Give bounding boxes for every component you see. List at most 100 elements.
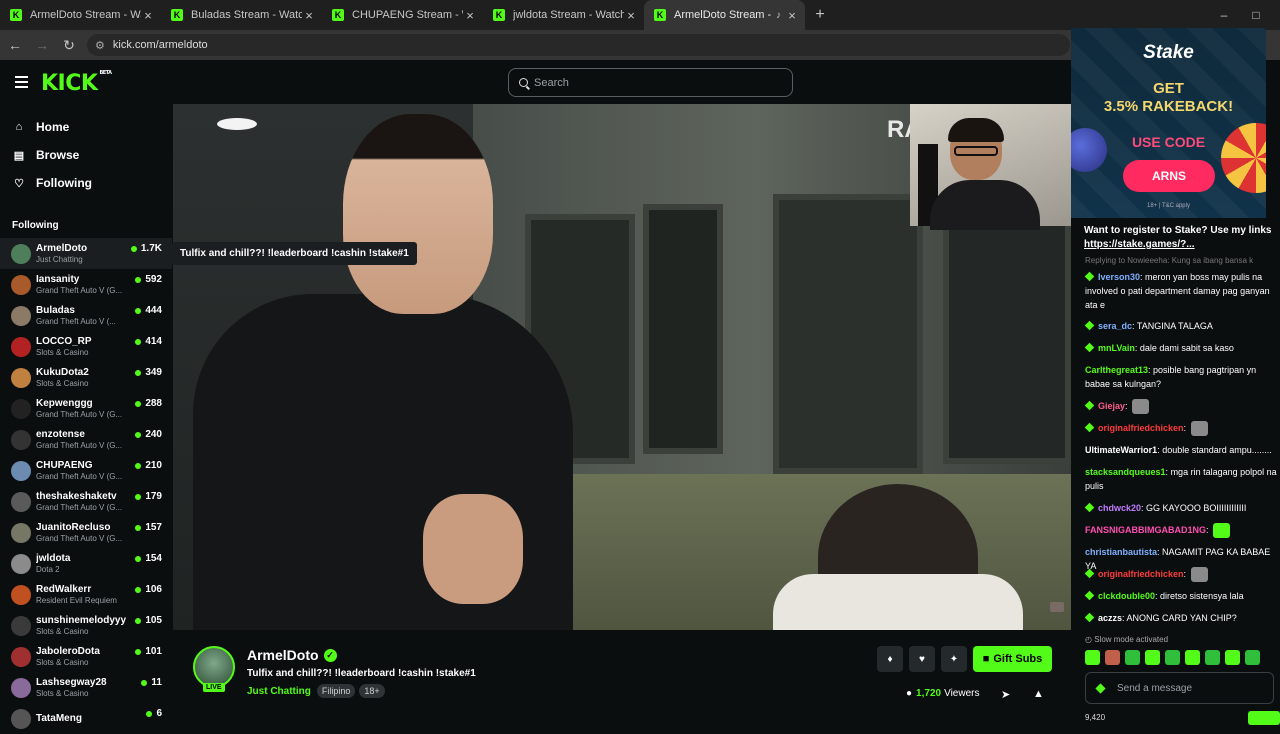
site-info-icon[interactable]: ⚙	[95, 39, 105, 52]
channel-viewer-count: 349	[145, 367, 162, 378]
sidebar-nav-browse[interactable]: ▤ Browse	[0, 141, 172, 169]
sidebar-channel[interactable]: JuanitoRecluso Grand Theft Auto V (G... 15…	[0, 517, 172, 548]
emote-button[interactable]	[1205, 650, 1220, 665]
browser-tab[interactable]: Kjwldota Stream - Watch Live on×	[483, 0, 644, 30]
emote-icon	[1213, 523, 1231, 539]
sidebar-nav-following[interactable]: ♡ Following	[0, 169, 172, 197]
sidebar-channel[interactable]: JaboleroDota Slots & Casino 101	[0, 641, 172, 672]
chat-username[interactable]: Giejay	[1098, 401, 1125, 411]
browser-tab[interactable]: K ArmelDoto Stream - Watch ♪ ×	[644, 0, 805, 30]
sidebar-channel[interactable]: Kepwenggg Grand Theft Auto V (G... 288	[0, 393, 172, 424]
sidebar-nav-home[interactable]: ⌂ Home	[0, 113, 172, 141]
sidebar-channel[interactable]: Buladas Grand Theft Auto V (... 444	[0, 300, 172, 331]
sidebar-channel[interactable]: sunshinemelodyyy Slots & Casino 105	[0, 610, 172, 641]
subscriber-badge-icon	[1084, 422, 1095, 433]
pinned-link[interactable]: https://stake.games/?...	[1084, 239, 1195, 250]
emote-button[interactable]	[1245, 650, 1260, 665]
browser-tab[interactable]: K ArmelDoto Stream - Watch Live×	[0, 0, 161, 30]
emote-button[interactable]	[1145, 650, 1160, 665]
channel-category: Grand Theft Auto V (G...	[36, 286, 123, 295]
speaker-icon[interactable]: ♪	[776, 10, 781, 21]
streamer-avatar[interactable]	[193, 646, 235, 688]
sidebar-channel[interactable]: TataMeng 6	[0, 703, 172, 734]
stream-category[interactable]: Just Chatting	[247, 686, 311, 697]
avatar	[11, 615, 31, 636]
sidebar-channel[interactable]: jwldota Dota 2 154	[0, 548, 172, 579]
sidebar-channel[interactable]: CHUPAENG Grand Theft Auto V (G... 210	[0, 455, 172, 486]
sidebar-channel[interactable]: Lashsegway28 Slots & Casino 11	[0, 672, 172, 703]
stake-ad-banner[interactable]: Stake GET 3.5% RAKEBACK! USE CODE ARNS 18…	[1071, 28, 1266, 218]
sidebar-channel[interactable]: KukuDota2 Slots & Casino 349	[0, 362, 172, 393]
follow-heart-button[interactable]: ♥	[909, 646, 935, 672]
chat-username[interactable]: mnLVain	[1098, 343, 1135, 353]
sidebar-nav-label: Browse	[36, 148, 80, 162]
sidebar-channel[interactable]: LOCCO_RP Slots & Casino 414	[0, 331, 172, 362]
video-player[interactable]: RA	[173, 104, 1071, 630]
gift-subs-button[interactable]: ■ Gift Subs	[973, 646, 1052, 672]
chat-username[interactable]: christianbautista	[1085, 547, 1157, 557]
menu-icon[interactable]	[15, 76, 28, 91]
sidebar-channel[interactable]: RedWalkerr Resident Evil Requiem 106	[0, 579, 172, 610]
sidebar-channel[interactable]: enzotense Grand Theft Auto V (G... 240	[0, 424, 172, 455]
new-tab-icon[interactable]: +	[805, 6, 835, 24]
minimize-icon[interactable]: –	[1208, 0, 1240, 30]
video-person-seated-shirt	[773, 574, 1023, 630]
kick-logo[interactable]: KICK BETA	[41, 70, 112, 96]
chat-username[interactable]: originalfriedchicken	[1098, 569, 1184, 579]
ad-code-button[interactable]: ARNS	[1123, 160, 1215, 192]
emote-button[interactable]	[1085, 650, 1100, 665]
address-bar[interactable]: ⚙ kick.com/armeldoto	[87, 34, 1070, 56]
close-tab-icon[interactable]: ×	[302, 8, 316, 23]
report-icon[interactable]: ▲	[1033, 688, 1044, 700]
close-tab-icon[interactable]: ×	[624, 8, 638, 23]
chat-panel: Want to register to Stake? Use my links …	[1071, 218, 1280, 725]
chat-username[interactable]: stacksandqueues1	[1085, 467, 1166, 477]
browser-tab[interactable]: K CHUPAENG Stream - Watch Live×	[322, 0, 483, 30]
channel-category: Grand Theft Auto V (G...	[36, 534, 123, 543]
kick-favicon-icon: K	[10, 9, 22, 21]
chat-username[interactable]: UltimateWarrior1	[1085, 445, 1157, 455]
close-tab-icon[interactable]: ×	[141, 8, 155, 23]
maximize-icon[interactable]: □	[1240, 0, 1272, 30]
share-icon[interactable]: ➤	[1001, 688, 1010, 701]
avatar	[11, 336, 31, 357]
close-tab-icon[interactable]: ×	[463, 8, 477, 23]
chat-username[interactable]: Iverson30	[1098, 272, 1140, 282]
notification-bell-button[interactable]: ♦	[877, 646, 903, 672]
viewer-count-label: Viewers	[944, 688, 980, 699]
channel-info: ArmelDoto Just Chatting	[36, 243, 131, 264]
chat-send-button[interactable]	[1248, 711, 1280, 725]
chat-username[interactable]: originalfriedchicken	[1098, 423, 1184, 433]
emote-button[interactable]	[1225, 650, 1240, 665]
channel-name: JaboleroDota	[36, 646, 100, 657]
emote-button[interactable]	[1105, 650, 1120, 665]
chat-username[interactable]: chdwck20	[1098, 503, 1141, 513]
forward-icon[interactable]: →	[30, 37, 54, 53]
pinned-message: Want to register to Stake? Use my links …	[1084, 224, 1280, 252]
back-icon[interactable]: ←	[3, 37, 27, 53]
tag-pill[interactable]: Filipino	[316, 684, 356, 698]
emote-button[interactable]	[1125, 650, 1140, 665]
emote-button[interactable]	[1165, 650, 1180, 665]
sidebar-channel[interactable]: Iansanity Grand Theft Auto V (G... 592	[0, 269, 172, 300]
chat-username[interactable]: sera_dc	[1098, 321, 1132, 331]
browser-tab[interactable]: K Buladas Stream - Watch Live on×	[161, 0, 322, 30]
sidebar-channel[interactable]: theshakeshaketv Grand Theft Auto V (G... 1…	[0, 486, 172, 517]
avatar	[11, 305, 31, 326]
chat-username[interactable]: clckdouble00	[1098, 591, 1155, 601]
chat-message: chdwck20: GG KAYOOO BOIIIIIIIIIIII	[1084, 501, 1280, 515]
chat-username[interactable]: aczzs	[1098, 613, 1122, 623]
subscribe-button[interactable]: ✦	[941, 646, 967, 672]
chat-input[interactable]: Send a message	[1085, 672, 1274, 704]
reload-icon[interactable]: ↻	[57, 37, 81, 54]
sidebar-channel[interactable]: ArmelDoto Just Chatting 1.7K	[0, 238, 172, 269]
search-input[interactable]: Search	[508, 68, 793, 97]
close-tab-icon[interactable]: ×	[785, 8, 799, 23]
tag-pill[interactable]: 18+	[359, 684, 385, 698]
sidebar: ⌂ Home ▤ Browse ♡ Following Following ArmelDo…	[0, 104, 172, 729]
channel-viewer-count: 288	[145, 398, 162, 409]
emote-button[interactable]	[1185, 650, 1200, 665]
chat-username[interactable]: Carlthegreat13	[1085, 365, 1148, 375]
chat-username[interactable]: FANSNIGABBIMGABAD1NG	[1085, 525, 1206, 535]
streamer-name[interactable]: ArmelDoto	[247, 647, 319, 663]
